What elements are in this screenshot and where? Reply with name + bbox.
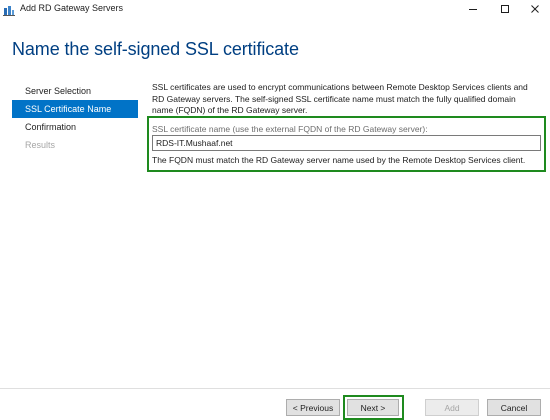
title-bar[interactable]: Add RD Gateway Servers [0, 0, 550, 18]
server-manager-icon [3, 3, 15, 16]
next-button[interactable]: Next > [347, 399, 399, 416]
nav-item-ssl-certificate-name[interactable]: SSL Certificate Name [12, 100, 138, 118]
page-title: Name the self-signed SSL certificate [12, 39, 299, 59]
wizard-nav: Server Selection SSL Certificate Name Co… [12, 82, 138, 154]
add-button: Add [425, 399, 479, 416]
add-rd-gateway-servers-dialog: Add RD Gateway Servers Name the self-sig… [0, 0, 550, 420]
nav-item-confirmation[interactable]: Confirmation [12, 118, 138, 136]
description-line: SSL certificates are used to encrypt com… [152, 82, 528, 92]
fqdn-hint-text: The FQDN must match the RD Gateway serve… [152, 155, 526, 165]
description-text: SSL certificates are used to encrypt com… [152, 82, 544, 117]
description-line: name (FQDN) of the RD Gateway server. [152, 105, 308, 115]
maximize-button[interactable] [490, 0, 520, 18]
description-line: RD Gateway servers. The self-signed SSL … [152, 93, 516, 104]
close-icon [531, 5, 539, 13]
minimize-button[interactable] [458, 0, 488, 18]
nav-item-results: Results [25, 140, 56, 150]
cancel-button[interactable]: Cancel [487, 399, 541, 416]
ssl-certificate-name-label: SSL certificate name (use the external F… [152, 124, 428, 134]
footer-divider [0, 388, 550, 389]
window-title: Add RD Gateway Servers [20, 3, 124, 13]
previous-button[interactable]: < Previous [286, 399, 340, 416]
maximize-icon [501, 5, 509, 13]
ssl-certificate-name-input[interactable] [152, 135, 541, 151]
nav-item-server-selection[interactable]: Server Selection [12, 82, 138, 100]
close-button[interactable] [520, 0, 550, 18]
minimize-icon [469, 9, 477, 10]
